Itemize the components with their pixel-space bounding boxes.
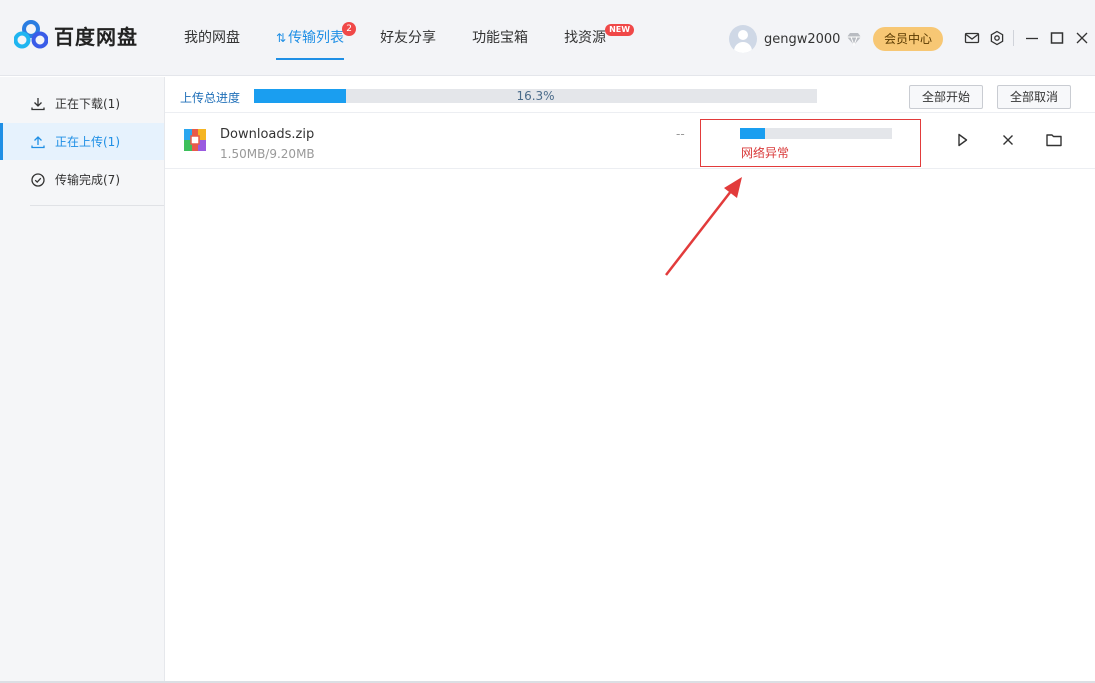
cancel-close-icon[interactable]	[999, 131, 1017, 149]
transfer-arrows-icon: ⇅	[276, 31, 287, 45]
sidebar-item-completed[interactable]: 传输完成(7)	[0, 161, 164, 198]
new-badge: NEW	[605, 24, 635, 36]
nav-label: 功能宝箱	[472, 30, 529, 46]
network-error-status: 网络异常	[741, 146, 790, 160]
start-all-button[interactable]: 全部开始	[909, 85, 984, 109]
nav-transfer-list[interactable]: ⇅ 传输列表 2	[276, 0, 357, 76]
nav-label: 找资源	[564, 30, 607, 46]
member-center-button[interactable]: 会员中心	[873, 27, 943, 51]
vip-diamond-icon	[847, 33, 862, 46]
upload-summary-bar: 上传总进度 16.3% 全部开始 全部取消	[165, 77, 1095, 113]
file-size: 1.50MB/9.20MB	[220, 147, 315, 161]
nav-toolbox[interactable]: 功能宝箱	[472, 0, 528, 76]
total-progress-percent: 16.3%	[516, 89, 555, 103]
open-folder-icon[interactable]	[1045, 131, 1063, 149]
nav-label: 传输列表	[288, 30, 345, 46]
minimize-icon[interactable]	[1024, 30, 1040, 46]
title-bar: 百度网盘 我的网盘 ⇅ 传输列表 2 好友分享 功能宝箱 找资源 NEW gengw2…	[0, 0, 1095, 76]
transfer-count-badge: 2	[342, 22, 357, 36]
baidu-cloud-logo-icon	[14, 20, 48, 49]
check-circle-icon	[31, 172, 45, 187]
annotation-highlight-box	[700, 119, 921, 167]
close-window-icon[interactable]	[1074, 30, 1090, 46]
app-name: 百度网盘	[54, 24, 138, 49]
sidebar-item-label: 传输完成(7)	[55, 173, 120, 187]
sidebar-item-uploading[interactable]: 正在上传(1)	[0, 123, 164, 160]
nav-friend-share[interactable]: 好友分享	[380, 0, 436, 76]
maximize-icon[interactable]	[1049, 30, 1065, 46]
nav-label: 好友分享	[380, 30, 437, 46]
sidebar-divider	[30, 205, 164, 206]
file-progress-fill	[740, 128, 765, 139]
resume-play-icon[interactable]	[953, 131, 971, 149]
nav-find-resources[interactable]: 找资源 NEW	[564, 0, 635, 76]
table-row[interactable]: Downloads.zip 1.50MB/9.20MB -- 网络异常	[165, 113, 1095, 169]
transfer-speed: --	[676, 127, 685, 141]
sidebar-item-downloading[interactable]: 正在下载(1)	[0, 85, 164, 122]
username: gengw2000	[764, 31, 841, 47]
avatar[interactable]	[729, 25, 757, 53]
nav-my-disk[interactable]: 我的网盘	[184, 0, 240, 76]
mail-icon[interactable]	[964, 30, 980, 46]
file-name: Downloads.zip	[220, 127, 315, 142]
sidebar-item-label: 正在下载(1)	[55, 97, 120, 111]
nav-label: 我的网盘	[184, 30, 240, 46]
sidebar-item-label: 正在上传(1)	[55, 135, 120, 149]
app-logo: 百度网盘	[14, 20, 138, 50]
cancel-all-button[interactable]: 全部取消	[997, 85, 1072, 109]
settings-gear-icon[interactable]	[989, 30, 1005, 46]
main-nav: 我的网盘 ⇅ 传输列表 2 好友分享 功能宝箱 找资源 NEW	[184, 0, 642, 76]
sidebar: 正在下载(1) 正在上传(1) 传输完成(7)	[0, 77, 165, 683]
file-progress-bar	[740, 128, 892, 139]
total-progress-bar: 16.3%	[254, 89, 817, 103]
window-controls-divider	[1013, 30, 1014, 46]
zip-file-icon	[184, 129, 206, 151]
total-progress-label: 上传总进度	[180, 91, 241, 105]
user-profile[interactable]: gengw2000	[729, 24, 862, 54]
download-icon	[31, 97, 45, 110]
upload-icon	[31, 135, 45, 148]
